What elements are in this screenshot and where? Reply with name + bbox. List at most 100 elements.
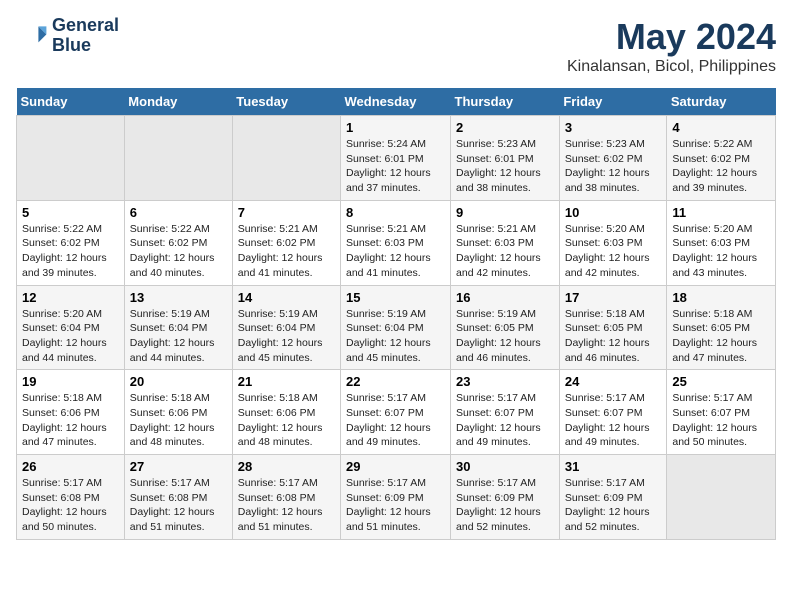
day-info: Sunrise: 5:18 AMSunset: 6:05 PMDaylight:… <box>672 307 770 366</box>
day-cell: 28Sunrise: 5:17 AMSunset: 6:08 PMDayligh… <box>232 455 340 540</box>
day-cell: 16 Sunrise: 5:19 AMSunset: 6:05 PMDayligh… <box>451 285 560 370</box>
day-cell: 26 Sunrise: 5:17 AMSunset: 6:08 PMDayligh… <box>17 455 125 540</box>
day-info: Sunrise: 5:18 AMSunset: 6:06 PMDaylight:… <box>130 391 227 450</box>
day-number: 14 <box>238 290 335 305</box>
day-info: Sunrise: 5:19 AMSunset: 6:05 PMDaylight:… <box>456 307 554 366</box>
day-number: 2 <box>456 120 554 135</box>
day-cell: 19 Sunrise: 5:18 AMSunset: 6:06 PMDayligh… <box>17 370 125 455</box>
week-row-4: 19 Sunrise: 5:18 AMSunset: 6:06 PMDayligh… <box>17 370 776 455</box>
day-cell: 27 Sunrise: 5:17 AMSunset: 6:08 PMDayligh… <box>124 455 232 540</box>
day-cell: 1 Sunrise: 5:24 AMSunset: 6:01 PMDaylight… <box>341 116 451 201</box>
week-row-5: 26 Sunrise: 5:17 AMSunset: 6:08 PMDayligh… <box>17 455 776 540</box>
day-number: 8 <box>346 205 445 220</box>
day-cell: 17 Sunrise: 5:18 AMSunset: 6:05 PMDayligh… <box>559 285 667 370</box>
day-info: Sunrise: 5:21 AMSunset: 6:03 PMDaylight:… <box>346 222 445 281</box>
week-row-2: 5 Sunrise: 5:22 AMSunset: 6:02 PMDaylight… <box>17 200 776 285</box>
day-info: Sunrise: 5:20 AMSunset: 6:03 PMDaylight:… <box>565 222 662 281</box>
day-number: 16 <box>456 290 554 305</box>
day-info: Sunrise: 5:24 AMSunset: 6:01 PMDaylight:… <box>346 137 445 196</box>
week-row-3: 12Sunrise: 5:20 AMSunset: 6:04 PMDayligh… <box>17 285 776 370</box>
day-number: 7 <box>238 205 335 220</box>
day-number: 25 <box>672 374 770 389</box>
day-cell <box>124 116 232 201</box>
day-number: 23 <box>456 374 554 389</box>
day-info: Sunrise: 5:17 AMSunset: 6:09 PMDaylight:… <box>565 476 662 535</box>
day-number: 26 <box>22 459 119 474</box>
day-info: Sunrise: 5:17 AMSunset: 6:07 PMDaylight:… <box>672 391 770 450</box>
logo: General Blue <box>16 16 119 56</box>
day-number: 22 <box>346 374 445 389</box>
title-area: May 2024 Kinalansan, Bicol, Philippines <box>567 16 776 76</box>
header-cell-thursday: Thursday <box>451 88 560 116</box>
day-number: 17 <box>565 290 662 305</box>
header-cell-saturday: Saturday <box>667 88 776 116</box>
day-number: 20 <box>130 374 227 389</box>
day-info: Sunrise: 5:21 AMSunset: 6:03 PMDaylight:… <box>456 222 554 281</box>
day-number: 19 <box>22 374 119 389</box>
day-number: 9 <box>456 205 554 220</box>
day-info: Sunrise: 5:20 AMSunset: 6:03 PMDaylight:… <box>672 222 770 281</box>
header: General Blue May 2024 Kinalansan, Bicol,… <box>16 16 776 76</box>
day-info: Sunrise: 5:17 AMSunset: 6:07 PMDaylight:… <box>565 391 662 450</box>
day-cell: 29Sunrise: 5:17 AMSunset: 6:09 PMDayligh… <box>341 455 451 540</box>
day-cell: 22 Sunrise: 5:17 AMSunset: 6:07 PMDayligh… <box>341 370 451 455</box>
header-row: SundayMondayTuesdayWednesdayThursdayFrid… <box>17 88 776 116</box>
day-cell <box>667 455 776 540</box>
day-cell: 3 Sunrise: 5:23 AMSunset: 6:02 PMDaylight… <box>559 116 667 201</box>
day-info: Sunrise: 5:22 AMSunset: 6:02 PMDaylight:… <box>130 222 227 281</box>
day-number: 21 <box>238 374 335 389</box>
day-number: 5 <box>22 205 119 220</box>
logo-line1: General <box>52 16 119 36</box>
day-number: 15 <box>346 290 445 305</box>
day-cell: 12Sunrise: 5:20 AMSunset: 6:04 PMDayligh… <box>17 285 125 370</box>
day-number: 18 <box>672 290 770 305</box>
day-cell: 5 Sunrise: 5:22 AMSunset: 6:02 PMDaylight… <box>17 200 125 285</box>
day-number: 24 <box>565 374 662 389</box>
day-number: 1 <box>346 120 445 135</box>
logo-text: General Blue <box>52 16 119 56</box>
day-number: 11 <box>672 205 770 220</box>
day-info: Sunrise: 5:23 AMSunset: 6:01 PMDaylight:… <box>456 137 554 196</box>
day-cell: 4 Sunrise: 5:22 AMSunset: 6:02 PMDaylight… <box>667 116 776 201</box>
day-number: 4 <box>672 120 770 135</box>
day-cell: 2 Sunrise: 5:23 AMSunset: 6:01 PMDaylight… <box>451 116 560 201</box>
day-info: Sunrise: 5:18 AMSunset: 6:06 PMDaylight:… <box>22 391 119 450</box>
day-info: Sunrise: 5:18 AMSunset: 6:05 PMDaylight:… <box>565 307 662 366</box>
day-number: 6 <box>130 205 227 220</box>
day-info: Sunrise: 5:19 AMSunset: 6:04 PMDaylight:… <box>346 307 445 366</box>
day-info: Sunrise: 5:22 AMSunset: 6:02 PMDaylight:… <box>672 137 770 196</box>
day-number: 27 <box>130 459 227 474</box>
day-number: 31 <box>565 459 662 474</box>
day-cell: 24 Sunrise: 5:17 AMSunset: 6:07 PMDayligh… <box>559 370 667 455</box>
day-number: 10 <box>565 205 662 220</box>
week-row-1: 1 Sunrise: 5:24 AMSunset: 6:01 PMDaylight… <box>17 116 776 201</box>
header-cell-wednesday: Wednesday <box>341 88 451 116</box>
day-info: Sunrise: 5:20 AMSunset: 6:04 PMDaylight:… <box>22 307 119 366</box>
day-info: Sunrise: 5:19 AMSunset: 6:04 PMDaylight:… <box>130 307 227 366</box>
day-number: 13 <box>130 290 227 305</box>
day-number: 29 <box>346 459 445 474</box>
day-cell: 7 Sunrise: 5:21 AMSunset: 6:02 PMDaylight… <box>232 200 340 285</box>
day-cell: 15 Sunrise: 5:19 AMSunset: 6:04 PMDayligh… <box>341 285 451 370</box>
day-cell: 6 Sunrise: 5:22 AMSunset: 6:02 PMDaylight… <box>124 200 232 285</box>
header-cell-monday: Monday <box>124 88 232 116</box>
day-cell: 21Sunrise: 5:18 AMSunset: 6:06 PMDayligh… <box>232 370 340 455</box>
calendar-table: SundayMondayTuesdayWednesdayThursdayFrid… <box>16 88 776 540</box>
day-number: 30 <box>456 459 554 474</box>
day-cell: 23 Sunrise: 5:17 AMSunset: 6:07 PMDayligh… <box>451 370 560 455</box>
day-info: Sunrise: 5:21 AMSunset: 6:02 PMDaylight:… <box>238 222 335 281</box>
day-info: Sunrise: 5:22 AMSunset: 6:02 PMDaylight:… <box>22 222 119 281</box>
day-cell: 13 Sunrise: 5:19 AMSunset: 6:04 PMDayligh… <box>124 285 232 370</box>
day-info: Sunrise: 5:17 AMSunset: 6:08 PMDaylight:… <box>238 476 335 535</box>
logo-line2: Blue <box>52 36 119 56</box>
day-info: Sunrise: 5:17 AMSunset: 6:08 PMDaylight:… <box>130 476 227 535</box>
day-cell <box>17 116 125 201</box>
day-cell: 31 Sunrise: 5:17 AMSunset: 6:09 PMDayligh… <box>559 455 667 540</box>
day-number: 3 <box>565 120 662 135</box>
day-info: Sunrise: 5:23 AMSunset: 6:02 PMDaylight:… <box>565 137 662 196</box>
day-info: Sunrise: 5:17 AMSunset: 6:08 PMDaylight:… <box>22 476 119 535</box>
day-cell: 30Sunrise: 5:17 AMSunset: 6:09 PMDayligh… <box>451 455 560 540</box>
day-info: Sunrise: 5:17 AMSunset: 6:07 PMDaylight:… <box>456 391 554 450</box>
day-cell: 18 Sunrise: 5:18 AMSunset: 6:05 PMDayligh… <box>667 285 776 370</box>
day-info: Sunrise: 5:17 AMSunset: 6:07 PMDaylight:… <box>346 391 445 450</box>
